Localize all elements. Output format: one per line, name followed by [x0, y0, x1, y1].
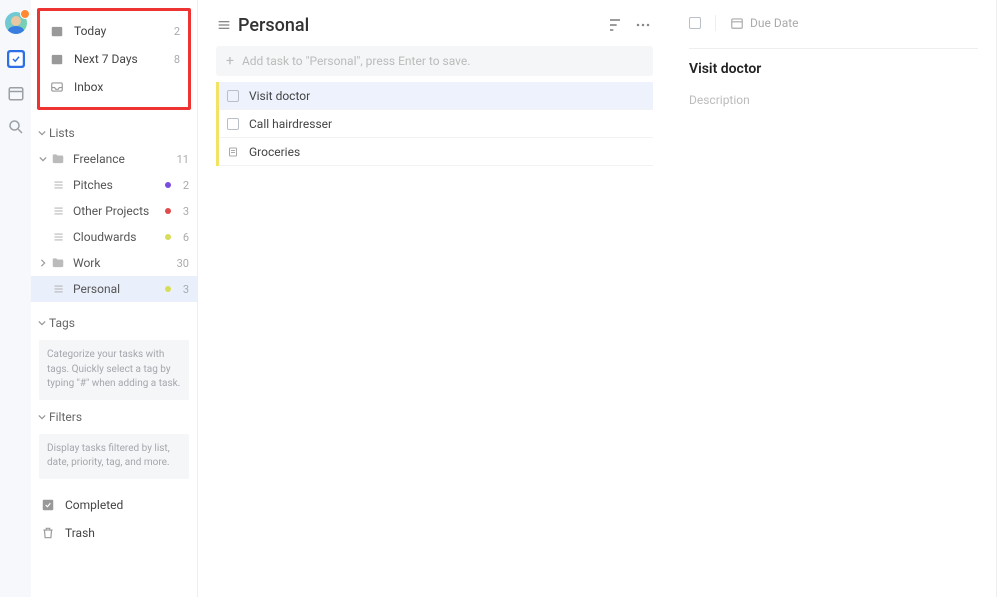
- detail-description-placeholder[interactable]: Description: [689, 93, 978, 107]
- task-list-pane: Personal + Add task to "Personal", press…: [198, 0, 671, 597]
- app-rail: [0, 0, 31, 597]
- smart-today[interactable]: Today 2: [40, 17, 188, 45]
- detail-checkbox[interactable]: [689, 17, 701, 29]
- add-task-input[interactable]: + Add task to "Personal", press Enter to…: [216, 46, 653, 76]
- smart-inbox-label: Inbox: [74, 80, 180, 94]
- trash-link[interactable]: Trash: [31, 519, 197, 547]
- list-label: Pitches: [73, 178, 165, 192]
- check-square-icon: [41, 498, 55, 512]
- lists-section-header[interactable]: Lists: [31, 120, 197, 146]
- search-tab-icon[interactable]: [7, 118, 25, 136]
- chevron-right-icon: [37, 259, 49, 267]
- list-count: 3: [177, 205, 189, 218]
- list-cloudwards[interactable]: Cloudwards 6: [31, 224, 197, 250]
- task-list: Visit doctor Call hairdresser Groceries: [216, 82, 653, 166]
- chevron-down-icon: [37, 413, 47, 421]
- smart-lists-highlight: Today 2 Next 7 Days 8 Inbox: [37, 8, 191, 110]
- color-dot: [165, 234, 171, 240]
- completed-label: Completed: [65, 498, 189, 512]
- plus-icon: +: [226, 53, 234, 69]
- task-row[interactable]: Call hairdresser: [219, 110, 653, 138]
- task-detail-pane: Due Date Visit doctor Description: [671, 0, 996, 597]
- tags-help-text: Categorize your tasks with tags. Quickly…: [39, 340, 189, 400]
- checkbox[interactable]: [227, 90, 239, 102]
- color-dot: [165, 286, 171, 292]
- trash-icon: [41, 526, 55, 540]
- add-task-placeholder: Add task to "Personal", press Enter to s…: [242, 54, 470, 68]
- smart-next7-label: Next 7 Days: [74, 52, 174, 66]
- smart-today-label: Today: [74, 24, 174, 38]
- calendar-tab-icon[interactable]: [7, 84, 25, 102]
- list-personal[interactable]: Personal 3: [31, 276, 197, 302]
- checkbox[interactable]: [227, 118, 239, 130]
- sort-icon[interactable]: [605, 15, 625, 35]
- due-date-label: Due Date: [750, 16, 799, 30]
- list-count: 30: [177, 257, 189, 270]
- tags-section-label: Tags: [49, 316, 75, 330]
- smart-today-count: 2: [174, 25, 180, 38]
- sidebar: Today 2 Next 7 Days 8 Inbox Lists Freela…: [31, 0, 198, 597]
- tags-section-header[interactable]: Tags: [31, 310, 197, 336]
- color-dot: [165, 208, 171, 214]
- filters-section-header[interactable]: Filters: [31, 404, 197, 430]
- chevron-down-icon: [37, 319, 47, 327]
- separator: [715, 15, 716, 31]
- list-pitches[interactable]: Pitches 2: [31, 172, 197, 198]
- list-icon: [51, 204, 65, 218]
- due-date-button[interactable]: Due Date: [730, 16, 799, 30]
- lists-section-label: Lists: [49, 126, 75, 140]
- list-freelance[interactable]: Freelance 11: [31, 146, 197, 172]
- task-title: Visit doctor: [249, 89, 310, 103]
- filters-section-label: Filters: [49, 410, 82, 424]
- list-count: 2: [177, 179, 189, 192]
- menu-icon[interactable]: [216, 17, 232, 33]
- list-label: Freelance: [73, 152, 177, 166]
- list-title: Personal: [238, 15, 597, 36]
- list-count: 6: [177, 231, 189, 244]
- calendar-day-icon: [50, 24, 64, 38]
- list-icon: [51, 178, 65, 192]
- task-row[interactable]: Groceries: [219, 138, 653, 166]
- more-icon[interactable]: [633, 15, 653, 35]
- list-other-projects[interactable]: Other Projects 3: [31, 198, 197, 224]
- completed-link[interactable]: Completed: [31, 491, 197, 519]
- calendar-icon: [730, 16, 744, 30]
- list-work[interactable]: Work 30: [31, 250, 197, 276]
- list-icon: [51, 230, 65, 244]
- task-row[interactable]: Visit doctor: [219, 82, 653, 110]
- folder-icon: [51, 152, 65, 166]
- list-label: Cloudwards: [73, 230, 165, 244]
- list-count: 3: [177, 283, 189, 296]
- trash-label: Trash: [65, 526, 189, 540]
- calendar-week-icon: [50, 52, 64, 66]
- detail-title[interactable]: Visit doctor: [689, 61, 978, 77]
- inbox-icon: [50, 80, 64, 94]
- list-count: 11: [177, 153, 189, 166]
- smart-inbox[interactable]: Inbox: [40, 73, 188, 101]
- divider: [689, 48, 978, 49]
- smart-next7[interactable]: Next 7 Days 8: [40, 45, 188, 73]
- chevron-down-icon: [37, 129, 47, 137]
- filters-help-text: Display tasks filtered by list, date, pr…: [39, 434, 189, 479]
- task-title: Call hairdresser: [249, 117, 332, 131]
- list-icon: [51, 282, 65, 296]
- smart-next7-count: 8: [174, 53, 180, 66]
- color-dot: [165, 182, 171, 188]
- chevron-down-icon: [37, 155, 49, 163]
- task-title: Groceries: [249, 145, 300, 159]
- folder-icon: [51, 256, 65, 270]
- list-label: Other Projects: [73, 204, 165, 218]
- avatar[interactable]: [5, 12, 27, 34]
- tasks-tab-icon[interactable]: [7, 50, 25, 68]
- list-label: Personal: [73, 282, 165, 296]
- list-label: Work: [73, 256, 177, 270]
- note-icon: [227, 146, 239, 158]
